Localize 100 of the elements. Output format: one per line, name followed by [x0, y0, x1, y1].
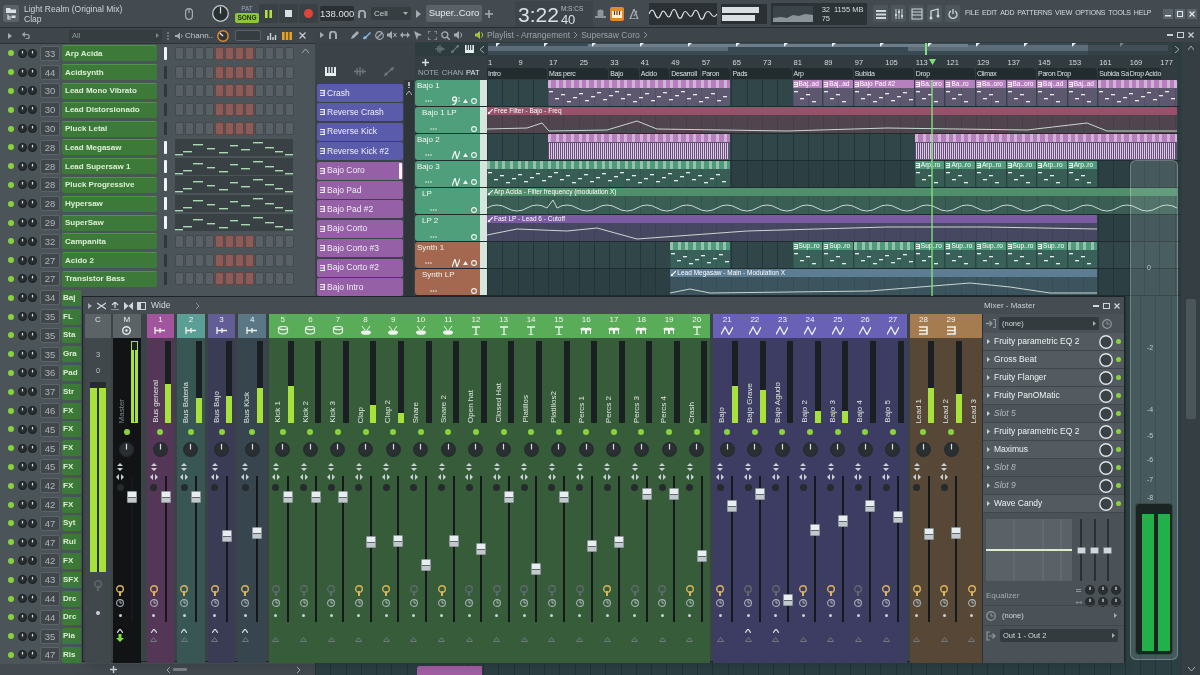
cursor-icon[interactable]	[414, 30, 423, 40]
channel-led[interactable]	[8, 388, 14, 395]
piano-icon[interactable]	[325, 67, 336, 76]
clock-icon[interactable]	[940, 599, 949, 607]
pin-icon[interactable]	[149, 585, 158, 596]
layout-preset[interactable]: Wide	[151, 299, 171, 312]
clock-icon[interactable]	[630, 599, 639, 607]
channel-pan-knob[interactable]	[28, 612, 37, 622]
chevron-right-icon[interactable]	[297, 666, 300, 673]
speaker-icon[interactable]	[175, 31, 183, 40]
clock-icon[interactable]	[210, 599, 219, 607]
clock-icon[interactable]	[116, 599, 124, 607]
strip-header[interactable]: 4	[238, 314, 266, 338]
channel-name-button[interactable]: FX	[62, 402, 81, 419]
fader-thumb[interactable]	[1077, 546, 1086, 554]
pattern-list-item[interactable]: Bajo Corto #3	[317, 239, 403, 258]
strip-header[interactable]: 7	[324, 314, 352, 338]
ring-icon[interactable]	[471, 288, 477, 294]
channel-volume-knob[interactable]	[18, 387, 27, 397]
channel-pan-knob[interactable]	[28, 406, 37, 416]
mute-icon[interactable]	[387, 31, 397, 39]
caret-right-icon[interactable]	[1114, 613, 1117, 618]
strip-header[interactable]: 22	[741, 314, 769, 338]
swing-knob[interactable]	[217, 29, 230, 42]
channel-name-button[interactable]: FX	[62, 458, 81, 475]
mixer-route-field[interactable]: 47	[40, 534, 60, 550]
channel-volume-knob[interactable]	[18, 218, 27, 228]
channel-volume-knob[interactable]	[18, 518, 27, 528]
pin-icon[interactable]	[799, 585, 808, 596]
channel-name-button[interactable]: Drc	[62, 590, 81, 607]
mix-knob[interactable]	[1099, 478, 1113, 493]
channel-led[interactable]	[8, 482, 14, 489]
fader-thumb[interactable]	[420, 559, 431, 572]
channel-led[interactable]	[8, 106, 14, 113]
pattern-clip[interactable]	[853, 242, 914, 268]
fader-thumb[interactable]	[586, 540, 597, 553]
effect-slot[interactable]: Wave Candy	[983, 495, 1124, 513]
channel-name-button[interactable]: FX	[62, 440, 81, 457]
channel-volume-knob[interactable]	[18, 274, 27, 284]
undo-icon[interactable]	[22, 32, 30, 39]
eq-knob[interactable]	[1085, 597, 1095, 607]
pin-icon[interactable]	[882, 585, 891, 596]
fader-thumb[interactable]	[727, 500, 738, 513]
mix-knob[interactable]	[1099, 406, 1113, 421]
playlist-button[interactable]	[873, 5, 888, 22]
effect-slot[interactable]: Fruity PanOMatic	[983, 387, 1124, 405]
channel-led[interactable]	[8, 407, 14, 414]
up-down-arrows-icon[interactable]	[855, 463, 862, 471]
effect-slot[interactable]: Slot 8	[983, 459, 1124, 477]
left-right-arrows-icon[interactable]	[116, 474, 124, 480]
note-preview-drawing[interactable]	[175, 176, 293, 194]
mixer-route-field[interactable]: 28	[40, 158, 60, 174]
channel-pan-knob[interactable]	[28, 105, 37, 115]
pan-knob[interactable]	[496, 441, 511, 457]
channel-pan-knob[interactable]	[28, 293, 37, 303]
channel-led[interactable]	[8, 539, 14, 546]
pan-knob[interactable]	[330, 441, 346, 457]
pattern-clip[interactable]	[548, 80, 731, 106]
channel-pan-knob[interactable]	[28, 218, 37, 228]
channel-name-button[interactable]: Ris	[62, 646, 81, 663]
channel-pan-knob[interactable]	[28, 631, 37, 641]
fader-thumb[interactable]	[503, 490, 514, 503]
channel-volume-knob[interactable]	[18, 650, 27, 660]
maximize-icon[interactable]	[1177, 32, 1184, 38]
channel-name-button[interactable]: SFX	[62, 571, 81, 588]
mixer-route-field[interactable]: 44	[40, 64, 60, 80]
pan-knob[interactable]	[943, 441, 959, 457]
fader-thumb[interactable]	[893, 510, 904, 523]
close-icon[interactable]	[1188, 32, 1194, 38]
mixer-route-field[interactable]: 28	[40, 139, 60, 155]
clock-icon[interactable]	[744, 599, 753, 607]
left-right-arrows-icon[interactable]	[241, 474, 250, 480]
waveform-icon[interactable]	[354, 67, 366, 76]
upload-icon[interactable]	[111, 301, 119, 310]
channel-pan-knob[interactable]	[28, 86, 37, 96]
pin-icon[interactable]	[940, 585, 949, 596]
clock-icon[interactable]	[465, 599, 474, 607]
swing-field[interactable]	[235, 30, 262, 41]
fader-thumb[interactable]	[160, 490, 171, 503]
track-header[interactable]: LP 2	[415, 215, 480, 241]
channel-volume-knob[interactable]	[18, 161, 27, 171]
fader-thumb[interactable]	[282, 490, 293, 503]
clock-icon[interactable]	[882, 599, 891, 607]
mixer-route-field[interactable]: 32	[40, 233, 60, 249]
mixer-route-field[interactable]: 46	[40, 403, 60, 419]
channel-pan-knob[interactable]	[28, 537, 37, 547]
panel-icon[interactable]	[137, 301, 146, 310]
effect-slot[interactable]: Fruity parametric EQ 2	[983, 423, 1124, 441]
channel-led[interactable]	[8, 219, 14, 226]
left-right-arrows-icon[interactable]	[716, 474, 725, 480]
strip-header[interactable]: 24	[796, 314, 824, 338]
channel-volume-knob[interactable]	[18, 312, 27, 322]
channel-volume-knob[interactable]	[18, 537, 27, 547]
channel-name-button[interactable]: Lead Supersaw 1	[62, 158, 157, 175]
pattern-clip[interactable]	[1098, 80, 1178, 106]
channel-led[interactable]	[8, 125, 14, 132]
minimize-icon[interactable]	[1163, 8, 1173, 19]
line-points-icon[interactable]	[384, 67, 394, 76]
play-button[interactable]	[259, 4, 278, 23]
channel-led[interactable]	[8, 614, 14, 621]
